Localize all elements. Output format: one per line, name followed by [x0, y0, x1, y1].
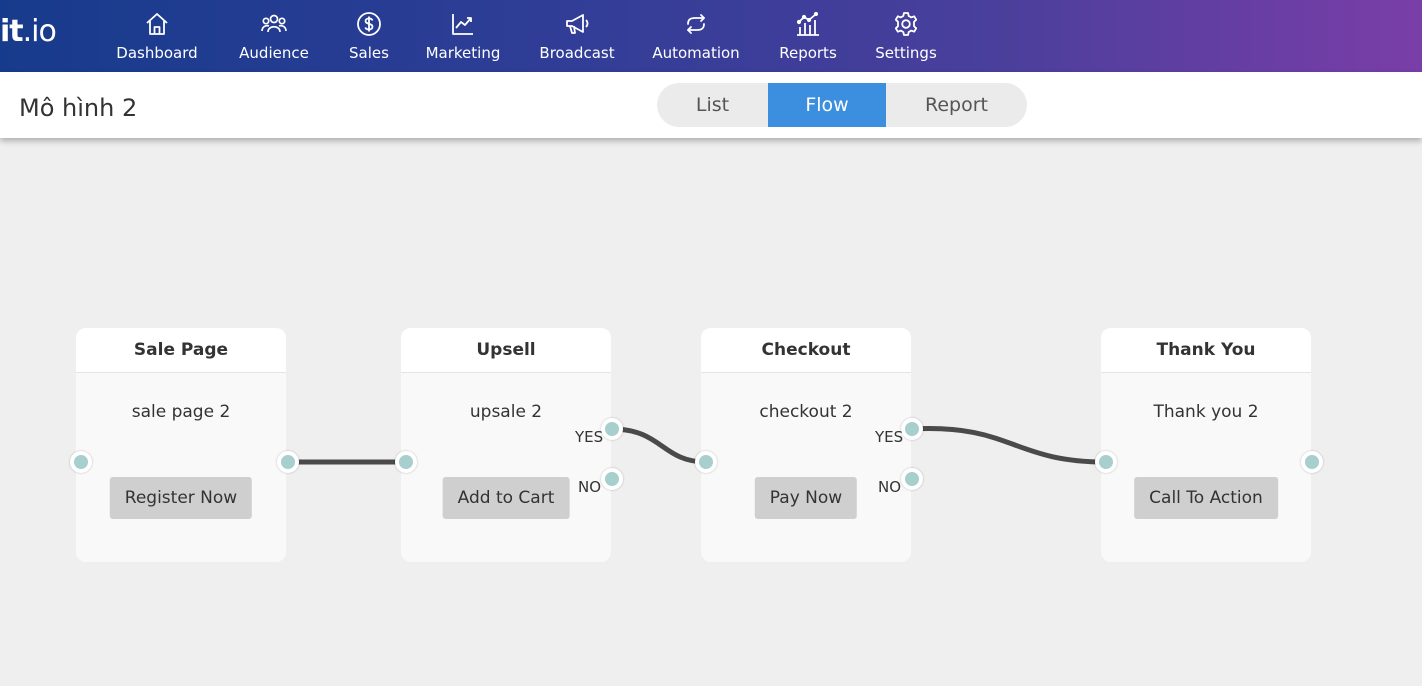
checkout-yes-port[interactable]: [901, 418, 923, 440]
home-icon: [146, 13, 168, 35]
nav-settings-label: Settings: [875, 44, 937, 62]
node-title: Checkout: [701, 328, 911, 373]
connector-upsell-yes-to-checkout[interactable]: [609, 426, 709, 465]
flow-node-sale-page[interactable]: Sale Page sale page 2 Register Now: [76, 328, 286, 562]
trend-chart-icon: [452, 14, 473, 35]
bar-chart-icon: [796, 11, 819, 36]
nav-dashboard-label: Dashboard: [116, 44, 198, 62]
node-subtitle: upsale 2: [469, 402, 543, 422]
node-title: Sale Page: [76, 328, 286, 373]
tab-report[interactable]: Report: [886, 83, 1027, 127]
checkout-no-label: NO: [878, 478, 902, 496]
pay-now-button[interactable]: Pay Now: [754, 477, 858, 519]
page-title: Mô hình 2: [19, 94, 138, 122]
nav-automation-label: Automation: [652, 44, 740, 62]
page-header: Mô hình 2 List Flow Report: [0, 72, 1422, 138]
tab-flow[interactable]: Flow: [768, 83, 886, 127]
node-subtitle: Thank you 2: [1153, 402, 1259, 422]
upsell-no-label: NO: [578, 478, 602, 496]
megaphone-icon: [566, 14, 589, 34]
sale-page-input-port[interactable]: [70, 451, 92, 473]
nav-dashboard[interactable]: Dashboard: [113, 0, 201, 72]
nav-sales[interactable]: Sales: [344, 0, 394, 72]
checkout-no-port[interactable]: [901, 468, 923, 490]
add-to-cart-button[interactable]: Add to Cart: [442, 477, 570, 519]
users-icon: [261, 14, 287, 33]
nav-marketing-label: Marketing: [425, 44, 501, 62]
checkout-input-port[interactable]: [695, 451, 717, 473]
nav-broadcast[interactable]: Broadcast: [536, 0, 618, 72]
nav-marketing[interactable]: Marketing: [423, 0, 503, 72]
thank-you-output-port[interactable]: [1301, 451, 1323, 473]
upsell-input-port[interactable]: [395, 451, 417, 473]
logo-rest-text: .io: [22, 14, 57, 49]
brand-logo[interactable]: it.io: [0, 14, 57, 49]
flow-node-thank-you[interactable]: Thank You Thank you 2 Call To Action: [1101, 328, 1311, 562]
node-title: Thank You: [1101, 328, 1311, 373]
top-navigation-bar: it.io Dashboard Audience Sales Marketing: [0, 0, 1422, 72]
upsell-yes-label: YES: [575, 428, 604, 446]
view-switcher: List Flow Report: [657, 83, 1027, 127]
nav-broadcast-label: Broadcast: [539, 44, 615, 62]
node-title: Upsell: [401, 328, 611, 373]
register-now-button[interactable]: Register Now: [109, 477, 253, 519]
nav-settings[interactable]: Settings: [872, 0, 940, 72]
checkout-yes-label: YES: [875, 428, 904, 446]
nav-audience-label: Audience: [239, 44, 309, 62]
sale-page-output-port[interactable]: [277, 451, 299, 473]
node-subtitle: sale page 2: [131, 402, 231, 422]
logo-bold-text: it: [0, 14, 24, 49]
dollar-icon: [357, 12, 381, 36]
thank-you-input-port[interactable]: [1095, 451, 1117, 473]
node-subtitle: checkout 2: [759, 402, 853, 422]
flow-canvas[interactable]: Sale Page sale page 2 Register Now Upsel…: [0, 138, 1422, 686]
call-to-action-button[interactable]: Call To Action: [1134, 477, 1278, 519]
nav-automation[interactable]: Automation: [649, 0, 743, 72]
tab-list[interactable]: List: [657, 83, 768, 127]
nav-reports-label: Reports: [779, 44, 837, 62]
nav-reports[interactable]: Reports: [775, 0, 841, 72]
nav-sales-label: Sales: [349, 44, 389, 62]
nav-audience[interactable]: Audience: [236, 0, 312, 72]
upsell-yes-port[interactable]: [601, 418, 623, 440]
connector-checkout-yes-to-thankyou[interactable]: [909, 426, 1109, 465]
gear-icon: [894, 12, 918, 36]
repeat-icon: [687, 14, 705, 34]
upsell-no-port[interactable]: [601, 468, 623, 490]
